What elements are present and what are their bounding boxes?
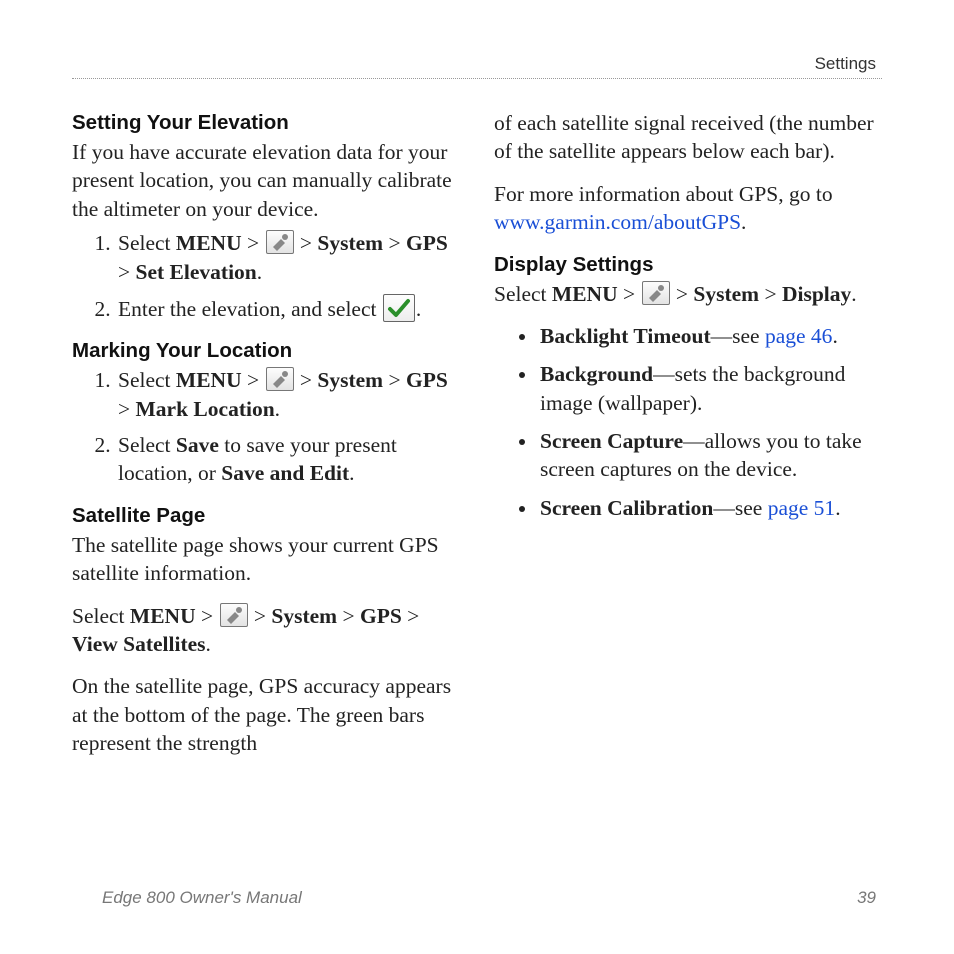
footer-page-number: 39	[857, 888, 876, 908]
text: Select	[118, 231, 176, 255]
text: .	[206, 632, 211, 656]
system-label: System	[317, 231, 383, 255]
set-elevation-label: Set Elevation	[136, 260, 257, 284]
list-item: Backlight Timeout—see page 46.	[538, 322, 882, 350]
menu-label: MENU	[176, 368, 242, 392]
wrench-icon	[266, 367, 294, 391]
satellite-tail: On the satellite page, GPS accuracy appe…	[72, 672, 460, 757]
view-satellites-label: View Satellites	[72, 632, 206, 656]
footer-title: Edge 800 Owner's Manual	[102, 888, 302, 908]
satellite-path: Select MENU > > System > GPS > View Sate…	[72, 602, 460, 659]
elevation-intro: If you have accurate elevation data for …	[72, 138, 460, 223]
gps-label: GPS	[406, 231, 448, 255]
page-46-link[interactable]: page 46	[765, 324, 832, 348]
text: >	[118, 397, 136, 421]
text: .	[835, 496, 840, 520]
list-item: Enter the elevation, and select .	[116, 294, 460, 323]
menu-label: MENU	[130, 604, 196, 628]
list-item: Screen Calibration—see page 51.	[538, 494, 882, 522]
marking-steps: Select MENU > > System > GPS > Mark Loca…	[72, 366, 460, 488]
text: >	[196, 604, 219, 628]
text: .	[349, 461, 354, 485]
section-title-elevation: Setting Your Elevation	[72, 109, 460, 136]
satellite-intro: The satellite page shows your current GP…	[72, 531, 460, 588]
text: .	[416, 297, 421, 321]
text: >	[402, 604, 420, 628]
text: Select	[118, 368, 176, 392]
display-label: Display	[782, 282, 851, 306]
text: Select	[494, 282, 552, 306]
screen-calibration-label: Screen Calibration	[540, 496, 713, 520]
background-label: Background	[540, 362, 653, 386]
list-item: Select Save to save your present locatio…	[116, 431, 460, 488]
text: .	[832, 324, 837, 348]
section-title-satellite: Satellite Page	[72, 502, 460, 529]
text: .	[741, 210, 746, 234]
text: For more information about GPS, go to	[494, 182, 833, 206]
system-label: System	[693, 282, 759, 306]
elevation-steps: Select MENU > > System > GPS > Set Eleva…	[72, 229, 460, 323]
text: >	[759, 282, 782, 306]
text: >	[295, 368, 318, 392]
list-item: Select MENU > > System > GPS > Mark Loca…	[116, 366, 460, 423]
save-label: Save	[176, 433, 219, 457]
display-options: Backlight Timeout—see page 46. Backgroun…	[494, 322, 882, 522]
section-title-display: Display Settings	[494, 251, 882, 278]
content-columns: Setting Your Elevation If you have accur…	[72, 109, 882, 758]
text: >	[242, 231, 265, 255]
text: >	[337, 604, 360, 628]
system-label: System	[317, 368, 383, 392]
text: >	[118, 260, 136, 284]
text: >	[242, 368, 265, 392]
left-column: Setting Your Elevation If you have accur…	[72, 109, 460, 758]
satellite-cont: of each satellite signal received (the n…	[494, 109, 882, 166]
text: >	[383, 231, 406, 255]
text: Enter the elevation, and select	[118, 297, 382, 321]
text: >	[383, 368, 406, 392]
system-label: System	[271, 604, 337, 628]
text: .	[257, 260, 262, 284]
list-item: Select MENU > > System > GPS > Set Eleva…	[116, 229, 460, 286]
check-icon	[383, 294, 415, 322]
text: Select	[118, 433, 176, 457]
header-section-label: Settings	[815, 54, 876, 74]
header-divider	[72, 78, 882, 79]
wrench-icon	[266, 230, 294, 254]
gps-label: GPS	[406, 368, 448, 392]
section-title-marking: Marking Your Location	[72, 337, 460, 364]
text: >	[618, 282, 641, 306]
manual-page: Settings Setting Your Elevation If you h…	[0, 0, 954, 954]
text: —see	[713, 496, 767, 520]
page-footer: Edge 800 Owner's Manual 39	[102, 888, 876, 908]
right-column: of each satellite signal received (the n…	[494, 109, 882, 758]
menu-label: MENU	[176, 231, 242, 255]
backlight-timeout-label: Backlight Timeout	[540, 324, 711, 348]
text: .	[275, 397, 280, 421]
text: >	[249, 604, 272, 628]
page-51-link[interactable]: page 51	[768, 496, 835, 520]
garmin-link[interactable]: www.garmin.com/aboutGPS	[494, 210, 741, 234]
gps-info: For more information about GPS, go to ww…	[494, 180, 882, 237]
display-path: Select MENU > > System > Display.	[494, 280, 882, 308]
list-item: Screen Capture—allows you to take screen…	[538, 427, 882, 484]
screen-capture-label: Screen Capture	[540, 429, 683, 453]
menu-label: MENU	[552, 282, 618, 306]
text: >	[295, 231, 318, 255]
mark-location-label: Mark Location	[136, 397, 275, 421]
gps-label: GPS	[360, 604, 402, 628]
save-and-edit-label: Save and Edit	[221, 461, 349, 485]
wrench-icon	[220, 603, 248, 627]
text: >	[671, 282, 694, 306]
text: .	[851, 282, 856, 306]
text: Select	[72, 604, 130, 628]
list-item: Background—sets the background image (wa…	[538, 360, 882, 417]
text: —see	[711, 324, 765, 348]
wrench-icon	[642, 281, 670, 305]
